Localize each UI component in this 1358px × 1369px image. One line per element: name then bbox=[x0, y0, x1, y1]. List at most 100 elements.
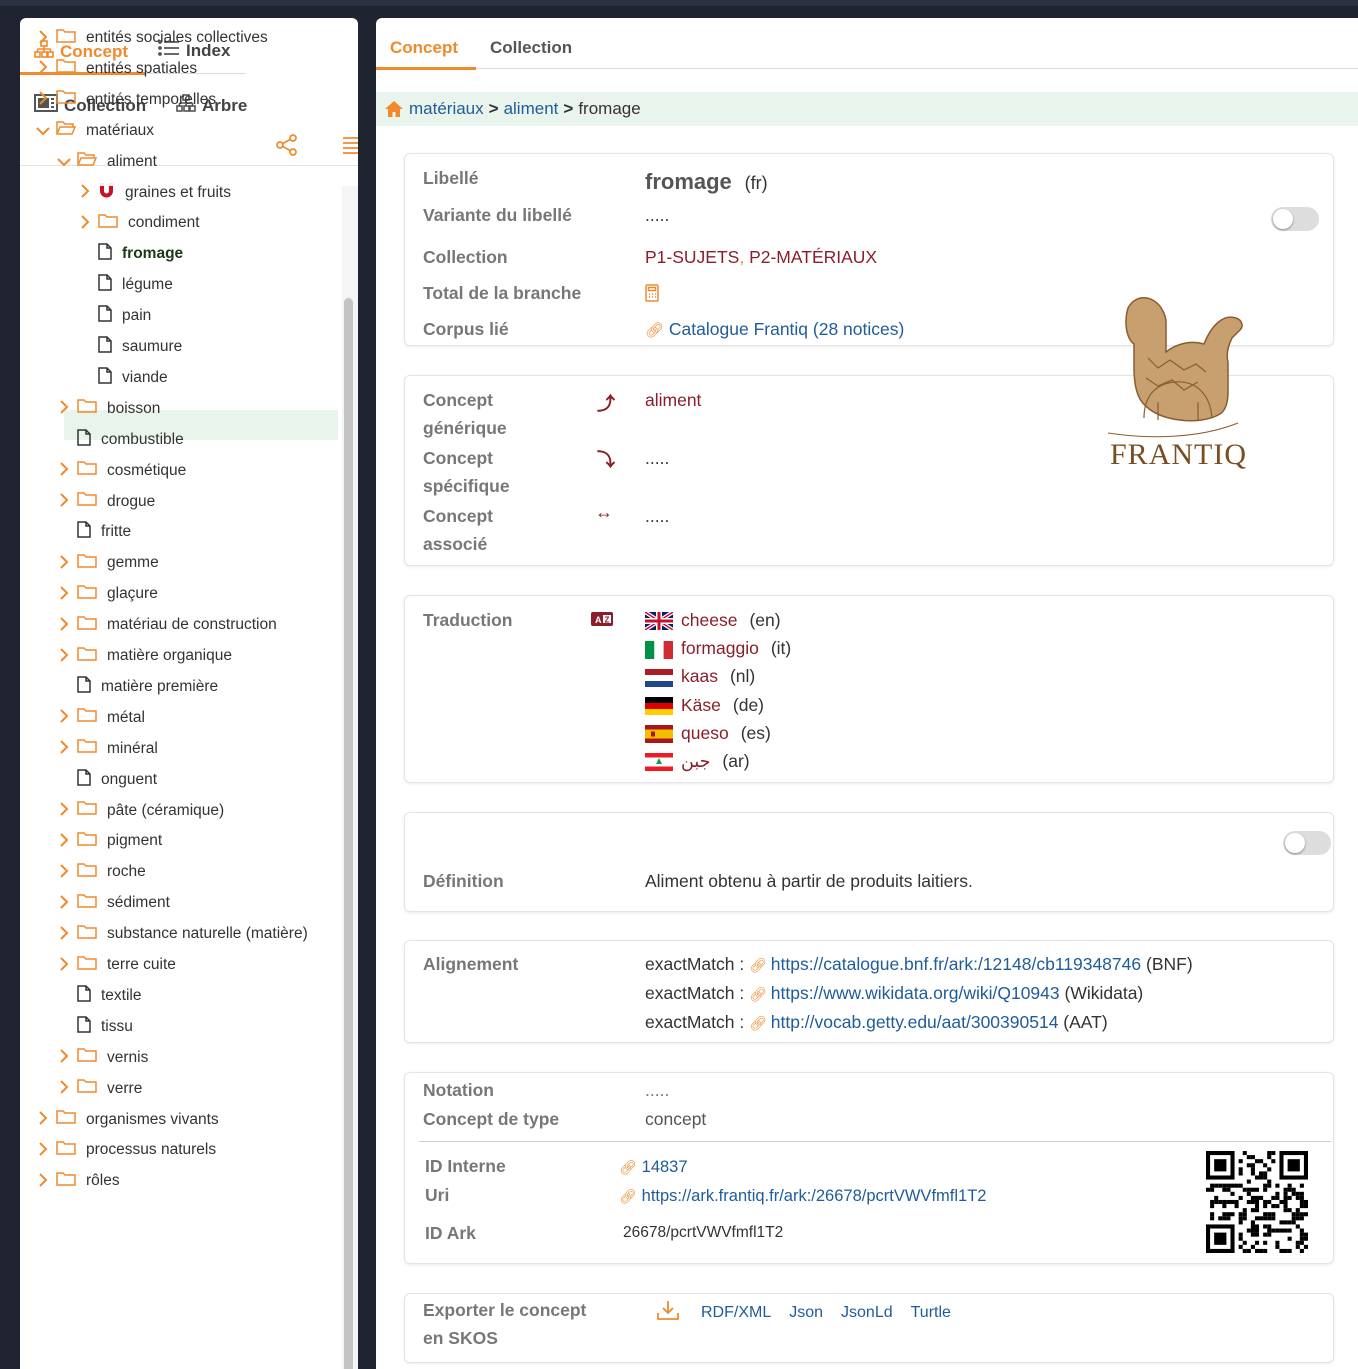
chevron-right-icon[interactable] bbox=[36, 1142, 50, 1159]
chevron-right-icon[interactable] bbox=[57, 925, 71, 943]
chevron-right-icon[interactable] bbox=[57, 709, 71, 726]
tree-item[interactable]: verre bbox=[57, 1076, 142, 1102]
tree-item[interactable]: métal bbox=[57, 705, 145, 731]
germany-flag-icon bbox=[645, 695, 681, 715]
calculator-icon[interactable] bbox=[645, 284, 659, 307]
tree-item[interactable]: boisson bbox=[57, 396, 160, 422]
tree-item[interactable]: pâte (céramique) bbox=[57, 798, 224, 824]
share-icon[interactable] bbox=[276, 134, 298, 161]
chevron-right-icon[interactable] bbox=[57, 493, 71, 510]
translation-term[interactable]: جبن bbox=[681, 751, 710, 771]
tree-item[interactable]: condiment bbox=[78, 210, 200, 236]
tree-item[interactable]: roche bbox=[57, 859, 146, 885]
chevron-right-icon[interactable] bbox=[36, 60, 50, 77]
breadcrumb-aliment[interactable]: aliment bbox=[504, 99, 559, 119]
chevron-right-icon[interactable] bbox=[57, 1080, 71, 1097]
chevron-right-icon[interactable] bbox=[57, 555, 71, 572]
tree-item[interactable]: sédiment bbox=[57, 890, 170, 916]
chevron-right-icon[interactable] bbox=[57, 894, 71, 912]
tree-item[interactable]: textile bbox=[77, 983, 142, 1009]
tree-item[interactable]: drogue bbox=[57, 489, 155, 515]
collection-p1[interactable]: P1-SUJETS bbox=[645, 247, 739, 267]
tree-item[interactable]: pain bbox=[98, 303, 151, 329]
chevron-down-icon[interactable] bbox=[36, 123, 50, 139]
folder-open-icon bbox=[55, 120, 77, 141]
tree-item[interactable]: légume bbox=[98, 272, 173, 298]
tab-collection-detail[interactable]: Collection bbox=[490, 38, 572, 58]
menu-icon[interactable] bbox=[343, 136, 358, 159]
tree-item[interactable]: organismes vivants bbox=[36, 1107, 219, 1133]
chevron-right-icon[interactable] bbox=[36, 1111, 50, 1128]
tree-item[interactable]: matériaux bbox=[36, 118, 154, 144]
tab-concept-detail[interactable]: Concept bbox=[390, 38, 458, 58]
export-format-link[interactable]: Json bbox=[789, 1304, 823, 1321]
chevron-right-icon[interactable] bbox=[57, 864, 71, 881]
tree-item[interactable]: vernis bbox=[57, 1045, 148, 1071]
chevron-right-icon[interactable] bbox=[57, 462, 71, 479]
tree-scrollbar-thumb[interactable] bbox=[344, 298, 353, 1369]
home-icon[interactable] bbox=[384, 100, 404, 118]
chevron-right-icon[interactable] bbox=[57, 833, 71, 850]
alignement-row: exactMatch : 🔗︎ http://vocab.getty.edu/a… bbox=[645, 1008, 1193, 1037]
translation-term[interactable]: cheese bbox=[681, 610, 737, 630]
tree-item[interactable]: glaçure bbox=[57, 581, 158, 607]
match-link[interactable]: http://vocab.getty.edu/aat/300390514 bbox=[771, 1012, 1059, 1032]
chevron-right-icon[interactable] bbox=[57, 1049, 71, 1066]
id-interne-link[interactable]: 14837 bbox=[642, 1158, 688, 1176]
tree-item[interactable]: terre cuite bbox=[57, 952, 176, 978]
collection-p2[interactable]: P2-MATÉRIAUX bbox=[749, 247, 877, 267]
chevron-right-icon[interactable] bbox=[57, 585, 71, 603]
tree-item[interactable]: viande bbox=[98, 365, 168, 391]
chevron-right-icon[interactable] bbox=[78, 184, 92, 201]
corpus-link[interactable]: Catalogue Frantiq (28 notices) bbox=[669, 319, 904, 339]
tree-item[interactable]: matière première bbox=[77, 674, 218, 700]
chevron-right-icon[interactable] bbox=[36, 29, 50, 47]
translation-term[interactable]: queso bbox=[681, 723, 729, 743]
chevron-right-icon[interactable] bbox=[57, 802, 71, 819]
export-format-link[interactable]: RDF/XML bbox=[701, 1304, 771, 1321]
translation-term[interactable]: Käse bbox=[681, 695, 721, 715]
toggle-switch[interactable] bbox=[1271, 207, 1319, 231]
chevron-right-icon[interactable] bbox=[57, 740, 71, 757]
tree-item[interactable]: entités spatiales bbox=[36, 56, 197, 82]
generique-value[interactable]: aliment bbox=[645, 386, 701, 414]
chevron-right-icon[interactable] bbox=[57, 956, 71, 974]
tree-item[interactable]: processus naturels bbox=[36, 1137, 216, 1163]
tree-item[interactable]: substance naturelle (matière) bbox=[57, 921, 308, 947]
tree-item[interactable]: aliment bbox=[57, 149, 157, 175]
translation-lang: (ar) bbox=[722, 751, 750, 772]
tree-item[interactable]: pigment bbox=[57, 828, 162, 854]
tree-item[interactable]: fromage bbox=[98, 241, 183, 267]
export-format-link[interactable]: JsonLd bbox=[841, 1304, 893, 1321]
chevron-right-icon[interactable] bbox=[57, 616, 71, 634]
chevron-right-icon[interactable] bbox=[57, 647, 71, 665]
tree-item[interactable]: graines et fruits bbox=[78, 180, 231, 206]
chevron-right-icon[interactable] bbox=[78, 215, 92, 232]
chevron-right-icon[interactable] bbox=[57, 400, 71, 417]
export-format-link[interactable]: Turtle bbox=[911, 1304, 951, 1321]
tree-item[interactable]: tissu bbox=[77, 1014, 133, 1040]
tree-item[interactable]: entités sociales collectives bbox=[36, 25, 268, 51]
tree-item[interactable]: saumure bbox=[98, 334, 182, 360]
toggle-switch[interactable] bbox=[1283, 831, 1331, 855]
chevron-down-icon[interactable] bbox=[57, 154, 71, 170]
tree-item[interactable]: cosmétique bbox=[57, 458, 186, 484]
translation-term[interactable]: formaggio bbox=[681, 638, 759, 658]
tree-item[interactable]: onguent bbox=[77, 767, 157, 793]
tree-item[interactable]: entités temporelles bbox=[36, 87, 216, 113]
chevron-right-icon[interactable] bbox=[36, 91, 50, 108]
tree-item[interactable]: minéral bbox=[57, 736, 158, 762]
tree-item[interactable]: gemme bbox=[57, 550, 159, 576]
breadcrumb-materiaux[interactable]: matériaux bbox=[409, 99, 484, 119]
tree-item[interactable]: matériau de construction bbox=[57, 612, 277, 638]
chevron-right-icon[interactable] bbox=[36, 1173, 50, 1190]
uri-link[interactable]: https://ark.frantiq.fr/ark:/26678/pcrtVW… bbox=[642, 1187, 987, 1205]
match-link[interactable]: https://www.wikidata.org/wiki/Q10943 bbox=[771, 983, 1060, 1003]
match-link[interactable]: https://catalogue.bnf.fr/ark:/12148/cb11… bbox=[771, 954, 1141, 974]
tree-item[interactable]: rôles bbox=[36, 1168, 120, 1194]
download-icon[interactable] bbox=[657, 1300, 679, 1325]
tree-item[interactable]: fritte bbox=[77, 519, 131, 545]
tree-item[interactable]: combustible bbox=[77, 427, 184, 453]
tree-item[interactable]: matière organique bbox=[57, 643, 232, 669]
translation-term[interactable]: kaas bbox=[681, 666, 718, 686]
